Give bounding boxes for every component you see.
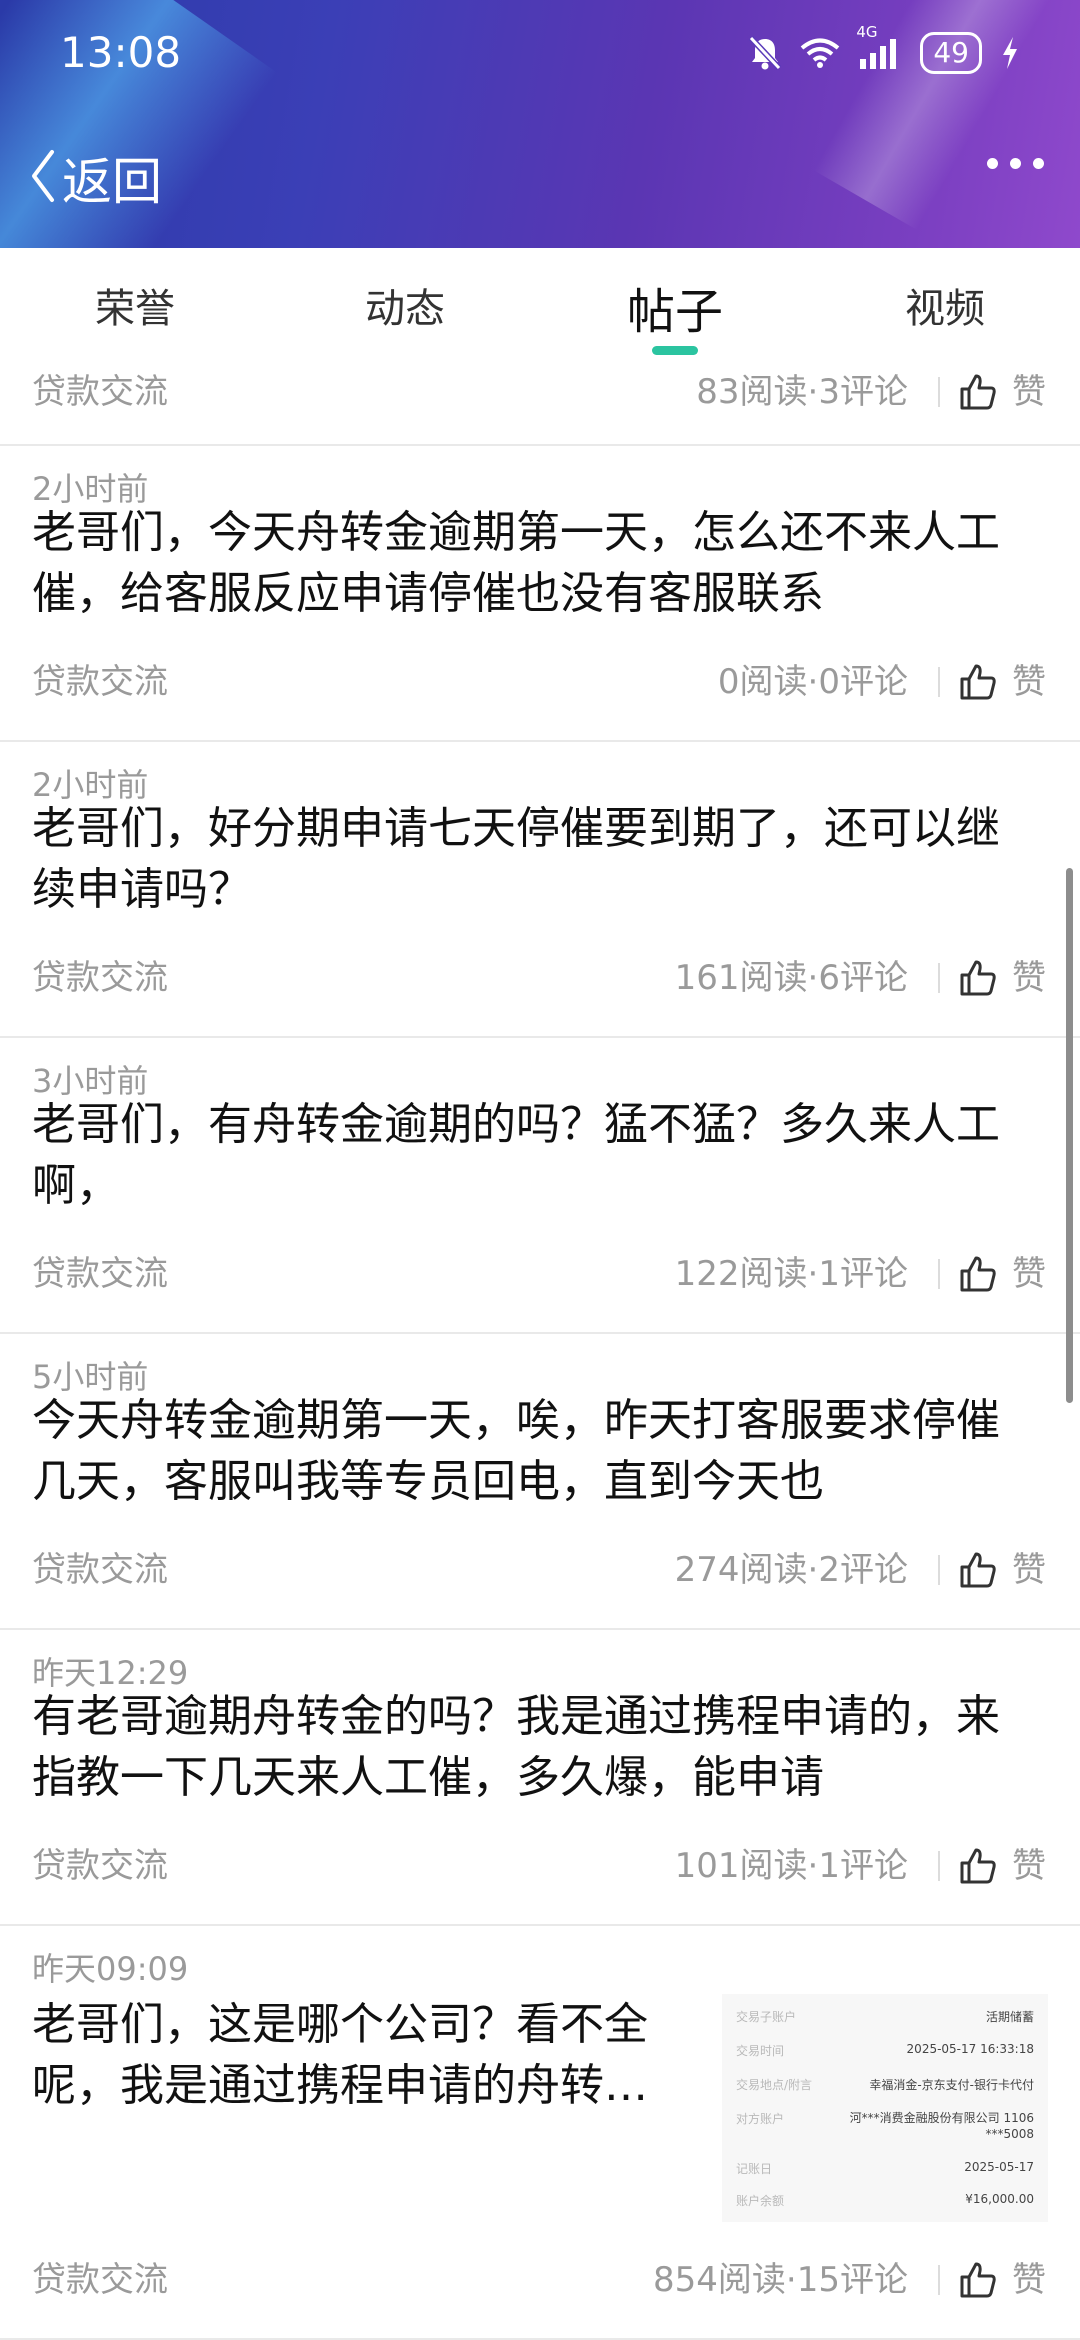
post-category[interactable]: 贷款交流 (32, 1540, 168, 1600)
like-button[interactable]: 赞 (1012, 1836, 1046, 1896)
post-thumbnail[interactable]: 交易子账户 活期储蓄 交易时间 2025-05-17 16:33:18 交易地点… (722, 1994, 1048, 2222)
divider (938, 1259, 940, 1289)
post-category[interactable]: 贷款交流 (32, 362, 168, 422)
tab-videos[interactable]: 视频 (845, 276, 1045, 334)
bell-muted-icon (748, 35, 782, 71)
post-stats: 83阅读·3评论 (696, 372, 908, 412)
post-footer: 贷款交流 854阅读·15评论 赞 (0, 2250, 1080, 2310)
chevron-left-icon (28, 148, 58, 208)
list-item[interactable]: 2小时前 老哥们，好分期申请七天停催要到期了，还可以继续申请吗？ 贷款交流 16… (0, 742, 1080, 1038)
list-item[interactable]: 昨天12:29 有老哥逾期舟转金的吗？我是通过携程申请的，来指教一下几天来人工催… (0, 1630, 1080, 1926)
thumbnail-row: 记账日 2025-05-17 (736, 2160, 1034, 2180)
thumbnail-value: 幸福消金-京东支付-银行卡代付 (869, 2078, 1034, 2092)
post-title[interactable]: 今天舟转金逾期第一天，唉，昨天打客服要求停催几天，客服叫我等专员回电，直到今天也 (32, 1390, 1042, 1512)
thumbnail-row: 交易时间 2025-05-17 16:33:18 (736, 2042, 1034, 2062)
tab-posts[interactable]: 帖子 (575, 272, 775, 342)
post-title[interactable]: 有老哥逾期舟转金的吗？我是通过携程申请的，来指教一下几天来人工催，多久爆，能申请 (32, 1686, 1042, 1808)
thumbs-up-icon[interactable] (958, 1846, 998, 1890)
divider (938, 1851, 940, 1881)
thumbnail-value: 活期储蓄 (985, 2010, 1034, 2024)
post-footer: 贷款交流 83阅读·3评论 赞 (0, 362, 1080, 422)
post-stats: 101阅读·1评论 (674, 1846, 908, 1886)
thumbnail-key: 交易地点/附言 (736, 2078, 813, 2092)
post-footer: 贷款交流 161阅读·6评论 赞 (0, 948, 1080, 1008)
post-footer: 贷款交流 274阅读·2评论 赞 (0, 1540, 1080, 1600)
like-button[interactable]: 赞 (1012, 652, 1046, 712)
thumbnail-value: 河***消费金融股份有限公司 1106***5008 (849, 2111, 1034, 2141)
thumbnail-key: 账户余额 (736, 2194, 785, 2208)
post-stats: 161阅读·6评论 (674, 958, 908, 998)
post-footer: 贷款交流 101阅读·1评论 赞 (0, 1836, 1080, 1896)
thumbnail-value: ¥16,000.00 (965, 2192, 1034, 2206)
thumbs-up-icon[interactable] (958, 2260, 998, 2304)
divider (938, 667, 940, 697)
post-category[interactable]: 贷款交流 (32, 948, 168, 1008)
list-item[interactable]: 3小时前 老哥们，有舟转金逾期的吗？猛不猛？多久来人工啊， 贷款交流 122阅读… (0, 1038, 1080, 1334)
thumbnail-value: 2025-05-17 16:33:18 (906, 2042, 1034, 2056)
network-type: 4G (856, 23, 878, 41)
post-title[interactable]: 老哥们，有舟转金逾期的吗？猛不猛？多久来人工啊， (32, 1094, 1042, 1216)
back-button[interactable]: 返回 (28, 142, 162, 214)
thumbnail-row: 对方账户 河***消费金融股份有限公司 1106***5008 (736, 2110, 1034, 2150)
divider (938, 963, 940, 993)
thumbnail-row: 账户余额 ¥16,000.00 (736, 2192, 1034, 2212)
tab-bar: 荣誉 动态 帖子 视频 (0, 248, 1080, 358)
post-category[interactable]: 贷款交流 (32, 652, 168, 712)
thumbnail-key: 对方账户 (736, 2112, 785, 2126)
tab-honor[interactable]: 荣誉 (35, 276, 235, 334)
post-category[interactable]: 贷款交流 (32, 2250, 168, 2310)
post-footer: 贷款交流 122阅读·1评论 赞 (0, 1244, 1080, 1304)
divider (938, 1555, 940, 1585)
thumbnail-row: 交易地点/附言 幸福消金-京东支付-银行卡代付 (736, 2076, 1034, 2096)
post-category[interactable]: 贷款交流 (32, 1244, 168, 1304)
post-category[interactable]: 贷款交流 (32, 1836, 168, 1896)
active-tab-indicator (652, 346, 698, 355)
list-item[interactable]: 5小时前 今天舟转金逾期第一天，唉，昨天打客服要求停催几天，客服叫我等专员回电，… (0, 1334, 1080, 1630)
post-title[interactable]: 老哥们，好分期申请七天停催要到期了，还可以继续申请吗？ (32, 798, 1042, 920)
like-button[interactable]: 赞 (1012, 1540, 1046, 1600)
like-button[interactable]: 赞 (1012, 1244, 1046, 1304)
thumbs-up-icon[interactable] (958, 958, 998, 1002)
app-header: 13:08 4G 49 返回 (0, 0, 1080, 248)
thumbs-up-icon[interactable] (958, 372, 998, 416)
status-time: 13:08 (60, 28, 182, 77)
more-dots-icon[interactable] (987, 158, 1044, 169)
thumbnail-key: 记账日 (736, 2162, 773, 2176)
like-button[interactable]: 赞 (1012, 362, 1046, 422)
list-item[interactable]: 昨天09:09 老哥们，这是哪个公司？看不全呢，我是通过携程申请的舟转… 交易子… (0, 1926, 1080, 2340)
post-stats: 274阅读·2评论 (674, 1550, 908, 1590)
divider (938, 2265, 940, 2295)
wifi-icon (800, 37, 840, 69)
thumbs-up-icon[interactable] (958, 1550, 998, 1594)
signal-icon: 4G (856, 23, 902, 71)
thumbnail-value: 2025-05-17 (964, 2160, 1034, 2174)
thumbs-up-icon[interactable] (958, 662, 998, 706)
tab-activity[interactable]: 动态 (305, 276, 505, 334)
like-button[interactable]: 赞 (1012, 948, 1046, 1008)
battery-icon: 49 (920, 32, 982, 74)
status-icons: 4G 49 (748, 23, 1020, 78)
charging-icon (1000, 35, 1020, 71)
post-footer: 贷款交流 0阅读·0评论 赞 (0, 652, 1080, 712)
thumbs-up-icon[interactable] (958, 1254, 998, 1298)
post-time: 昨天09:09 (32, 1950, 189, 1988)
post-stats: 0阅读·0评论 (717, 662, 908, 702)
post-stats: 854阅读·15评论 (653, 2260, 908, 2300)
post-title[interactable]: 老哥们，今天舟转金逾期第一天，怎么还不来人工催，给客服反应申请停催也没有客服联系 (32, 502, 1042, 624)
scrollbar[interactable] (1066, 868, 1073, 1403)
thumbnail-row: 交易子账户 活期储蓄 (736, 2008, 1034, 2028)
post-list[interactable]: 贷款交流 83阅读·3评论 赞 2小时前 老哥们，今天舟转金逾期第一天，怎么还不… (0, 358, 1080, 2340)
post-stats: 122阅读·1评论 (674, 1254, 908, 1294)
thumbnail-key: 交易子账户 (736, 2010, 797, 2024)
list-item[interactable]: 贷款交流 83阅读·3评论 赞 (0, 358, 1080, 446)
post-title[interactable]: 老哥们，这是哪个公司？看不全呢，我是通过携程申请的舟转… (32, 1994, 732, 2116)
divider (938, 377, 940, 407)
back-label: 返回 (62, 153, 162, 211)
like-button[interactable]: 赞 (1012, 2250, 1046, 2310)
list-item[interactable]: 2小时前 老哥们，今天舟转金逾期第一天，怎么还不来人工催，给客服反应申请停催也没… (0, 446, 1080, 742)
thumbnail-key: 交易时间 (736, 2044, 785, 2058)
